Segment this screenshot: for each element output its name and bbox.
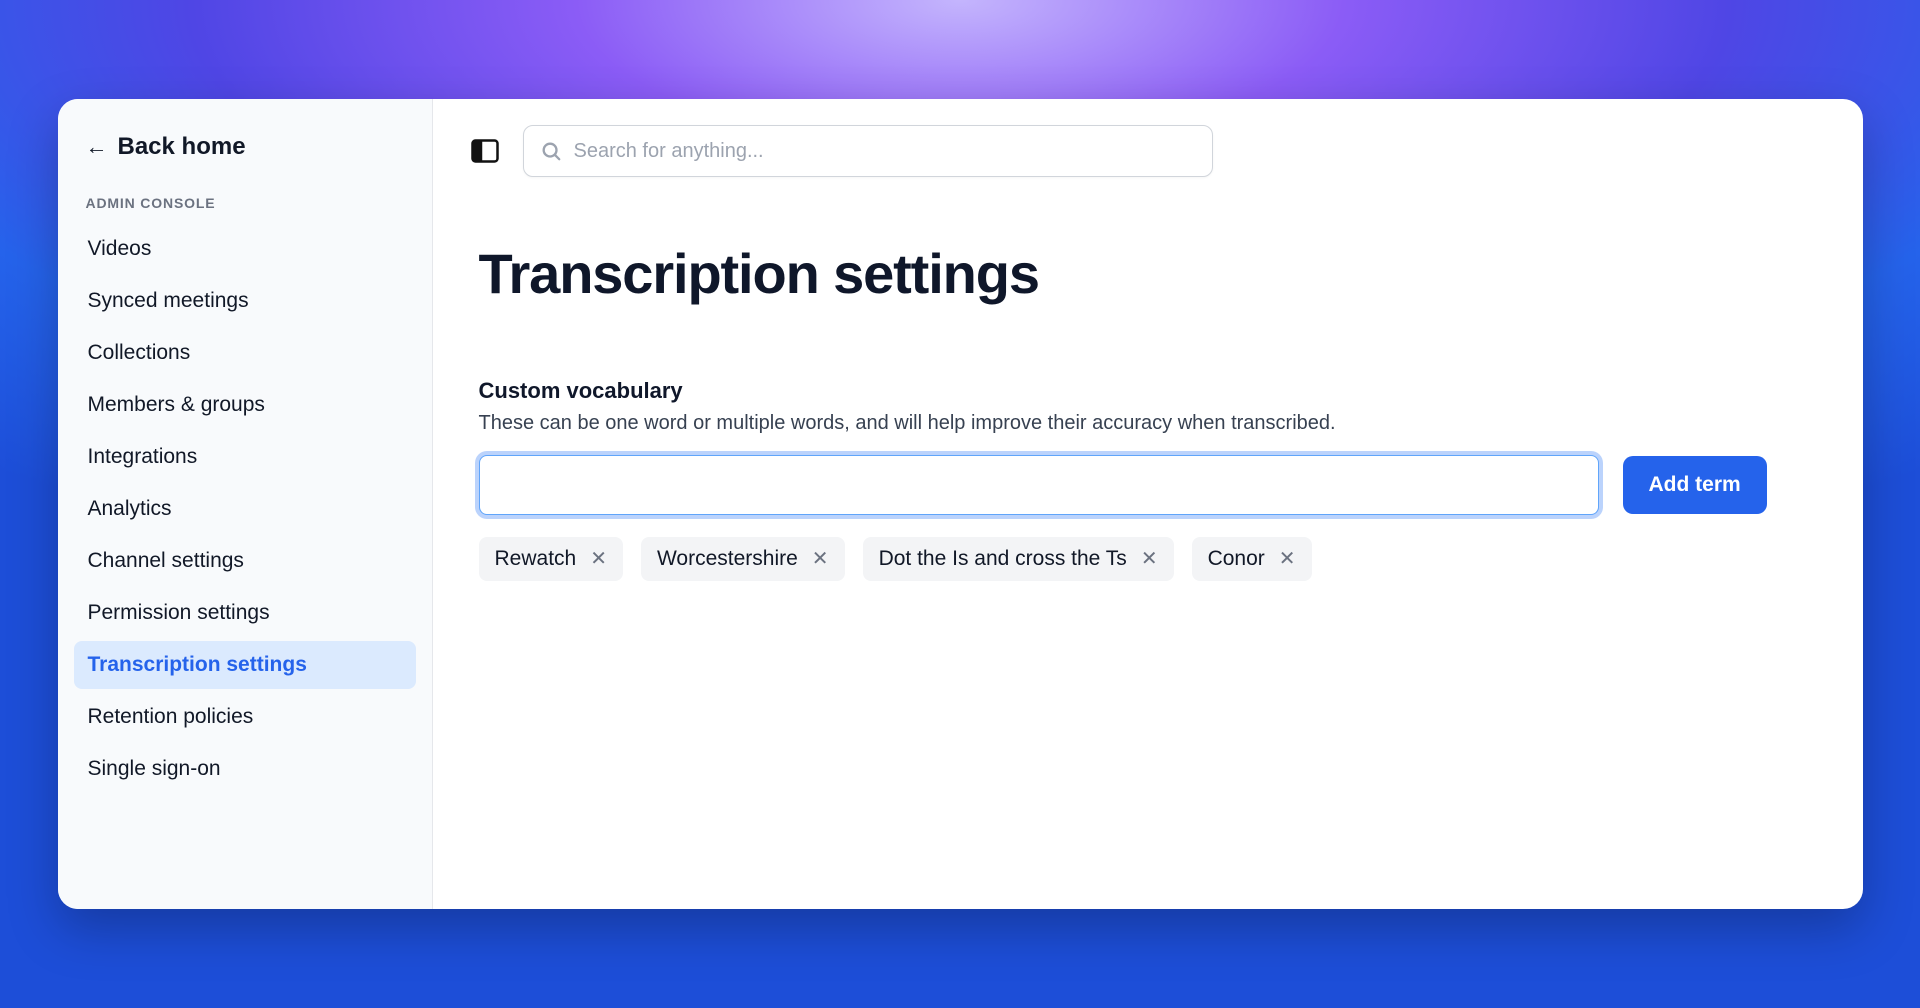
vocab-chip: Dot the Is and cross the Ts ✕ (863, 537, 1174, 581)
remove-chip-icon[interactable]: ✕ (590, 549, 607, 569)
add-term-button[interactable]: Add term (1623, 456, 1767, 514)
vocab-term-input[interactable] (479, 455, 1599, 515)
custom-vocabulary-title: Custom vocabulary (479, 378, 1825, 404)
sidebar-item-integrations[interactable]: Integrations (74, 433, 416, 481)
sidebar-section-header: ADMIN CONSOLE (74, 187, 416, 221)
vocab-chip-label: Rewatch (495, 547, 577, 571)
sidebar-item-channel-settings[interactable]: Channel settings (74, 537, 416, 585)
sidebar-item-synced-meetings[interactable]: Synced meetings (74, 277, 416, 325)
panel-toggle-icon[interactable] (471, 139, 499, 163)
vocab-chip-label: Worcestershire (657, 547, 798, 571)
back-home-link[interactable]: ← Back home (74, 127, 416, 183)
sidebar-item-transcription-settings[interactable]: Transcription settings (74, 641, 416, 689)
vocab-input-row: Add term (479, 455, 1825, 515)
arrow-left-icon: ← (86, 136, 108, 158)
sidebar-item-members-groups[interactable]: Members & groups (74, 381, 416, 429)
vocab-chip: Worcestershire ✕ (641, 537, 845, 581)
search-field[interactable] (523, 125, 1213, 177)
back-home-label: Back home (118, 133, 246, 161)
vocab-chip: Rewatch ✕ (479, 537, 623, 581)
vocab-chip: Conor ✕ (1192, 537, 1312, 581)
sidebar: ← Back home ADMIN CONSOLE Videos Synced … (58, 99, 433, 909)
topbar (471, 125, 1825, 177)
vocab-chip-label: Conor (1208, 547, 1265, 571)
remove-chip-icon[interactable]: ✕ (1141, 549, 1158, 569)
sidebar-item-permission-settings[interactable]: Permission settings (74, 589, 416, 637)
custom-vocabulary-section: Custom vocabulary These can be one word … (479, 378, 1825, 581)
sidebar-item-retention-policies[interactable]: Retention policies (74, 693, 416, 741)
vocab-chip-label: Dot the Is and cross the Ts (879, 547, 1127, 571)
main-content: Transcription settings Custom vocabulary… (433, 99, 1863, 909)
sidebar-item-analytics[interactable]: Analytics (74, 485, 416, 533)
search-icon (540, 140, 562, 162)
page-title: Transcription settings (479, 241, 1825, 306)
search-input[interactable] (574, 140, 1196, 163)
remove-chip-icon[interactable]: ✕ (1279, 549, 1296, 569)
app-window: ← Back home ADMIN CONSOLE Videos Synced … (58, 99, 1863, 909)
sidebar-item-single-sign-on[interactable]: Single sign-on (74, 745, 416, 793)
sidebar-item-videos[interactable]: Videos (74, 225, 416, 273)
remove-chip-icon[interactable]: ✕ (812, 549, 829, 569)
custom-vocabulary-description: These can be one word or multiple words,… (479, 412, 1825, 435)
vocab-chip-list: Rewatch ✕ Worcestershire ✕ Dot the Is an… (479, 537, 1825, 581)
sidebar-item-collections[interactable]: Collections (74, 329, 416, 377)
